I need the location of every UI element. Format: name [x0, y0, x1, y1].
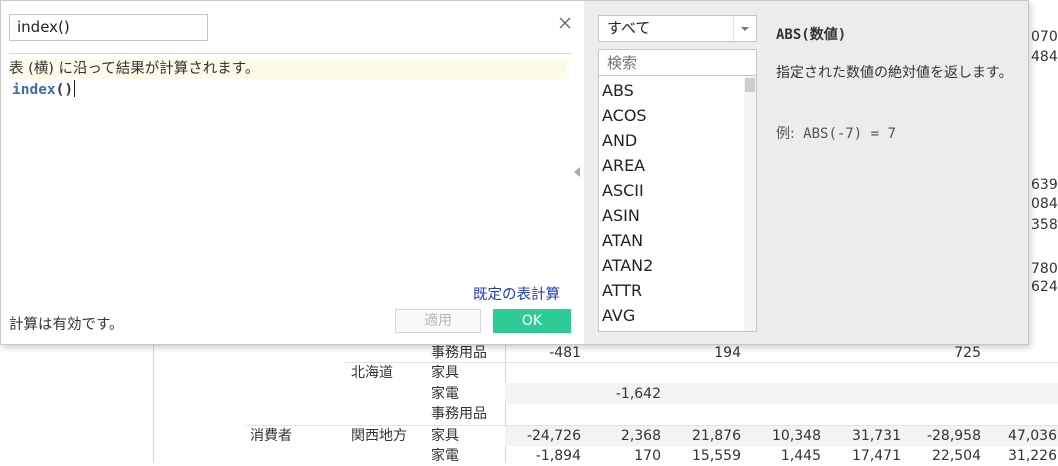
- row-segment-label: 消費者: [250, 428, 292, 444]
- table-cell: 21,876: [692, 428, 741, 444]
- function-list-item[interactable]: ABS: [602, 78, 634, 103]
- function-list-item[interactable]: ATTR: [602, 278, 642, 303]
- close-icon[interactable]: [557, 15, 573, 31]
- table-cell: -1,894: [535, 448, 581, 464]
- function-help-title: ABS(数値): [776, 27, 847, 43]
- formula-comment[interactable]: 表 (横) に沿って結果が計算されます。: [9, 59, 567, 79]
- table-cell: 31,731: [852, 428, 901, 444]
- row-header-divider: [153, 345, 154, 463]
- table-cell: -481: [549, 345, 581, 361]
- example-label: 例:: [776, 126, 795, 142]
- collapse-panel-arrow-icon[interactable]: [574, 167, 580, 177]
- function-list-item[interactable]: ASIN: [602, 203, 640, 228]
- row-category-label: 事務用品: [431, 345, 487, 361]
- example-code: ABS(-7) = 7: [803, 126, 896, 142]
- function-list-item[interactable]: AREA: [602, 153, 645, 178]
- table-cell: 17,471: [852, 448, 901, 464]
- apply-button[interactable]: 適用: [395, 309, 481, 333]
- row-category-label: 家具: [431, 428, 459, 444]
- cell-value-partial: 639: [1031, 177, 1058, 193]
- formula-text[interactable]: index(): [12, 80, 76, 100]
- table-cell: 10,348: [772, 428, 821, 444]
- chevron-down-icon[interactable]: [733, 16, 756, 41]
- table-cell: 2,368: [620, 428, 661, 444]
- calculation-name-input[interactable]: index(): [9, 14, 208, 41]
- divider: [9, 53, 571, 54]
- formula-parens: (): [55, 82, 74, 98]
- table-cell: 725: [954, 345, 981, 361]
- function-list-scrollbar[interactable]: [744, 76, 756, 331]
- table-cell: -24,726: [526, 428, 581, 444]
- function-list-item[interactable]: AND: [602, 128, 637, 153]
- function-help-description: 指定された数値の絶対値を返します。: [776, 65, 1013, 81]
- ok-button[interactable]: OK: [493, 309, 571, 333]
- cell-value-partial: 084: [1031, 196, 1058, 212]
- function-list-item[interactable]: ACOS: [602, 103, 647, 128]
- function-reference-panel: すべて ABS ACOS AND AREA ASCII ASIN ATAN AT…: [574, 1, 1028, 344]
- formula-editor-pane: index() 表 (横) に沿って結果が計算されます。 index() 既定の…: [1, 1, 584, 344]
- cell-value-partial: 780: [1031, 261, 1058, 277]
- table-cell: 22,504: [932, 448, 981, 464]
- function-list-item[interactable]: AVG: [602, 303, 635, 328]
- function-help-example: 例: ABS(-7) = 7: [776, 123, 896, 143]
- text-caret: [74, 80, 76, 97]
- function-list-item[interactable]: ATAN2: [602, 253, 653, 278]
- cell-value-partial: 358: [1031, 217, 1058, 233]
- row-region-label: 関西地方: [351, 428, 407, 444]
- row-category-label: 家電: [431, 448, 459, 464]
- cell-value-partial: 484: [1031, 49, 1058, 65]
- function-list-item[interactable]: ASCII: [602, 178, 644, 203]
- calculation-editor-dialog: index() 表 (横) に沿って結果が計算されます。 index() 既定の…: [0, 0, 1029, 345]
- cell-value-partial: 070: [1031, 29, 1058, 45]
- table-cell: -1,642: [615, 386, 661, 402]
- row-category-label: 家電: [431, 386, 459, 402]
- table-cell: -28,958: [926, 428, 981, 444]
- function-search-input[interactable]: [598, 49, 757, 76]
- cell-value-partial: 624: [1031, 279, 1058, 295]
- formula-function-keyword: index: [12, 82, 56, 98]
- calculation-status-text: 計算は有効です。: [9, 317, 124, 333]
- table-cell: 170: [634, 448, 661, 464]
- default-table-calculation-link[interactable]: 既定の表計算: [473, 283, 560, 304]
- table-cell: 47,036: [1008, 428, 1057, 444]
- table-cell: 31,226: [1008, 448, 1057, 464]
- row-region-label: 北海道: [351, 365, 393, 381]
- table-cell: 194: [714, 345, 741, 361]
- function-category-select[interactable]: すべて: [598, 15, 757, 42]
- table-cell: 1,445: [780, 448, 821, 464]
- row-category-label: 事務用品: [431, 406, 487, 422]
- table-cell: 15,559: [692, 448, 741, 464]
- row-category-label: 家具: [431, 365, 459, 381]
- function-list[interactable]: ABS ACOS AND AREA ASCII ASIN ATAN ATAN2 …: [598, 76, 757, 332]
- function-category-value: すべて: [607, 19, 651, 37]
- function-list-item[interactable]: ATAN: [602, 228, 643, 253]
- scrollbar-thumb[interactable]: [745, 78, 755, 92]
